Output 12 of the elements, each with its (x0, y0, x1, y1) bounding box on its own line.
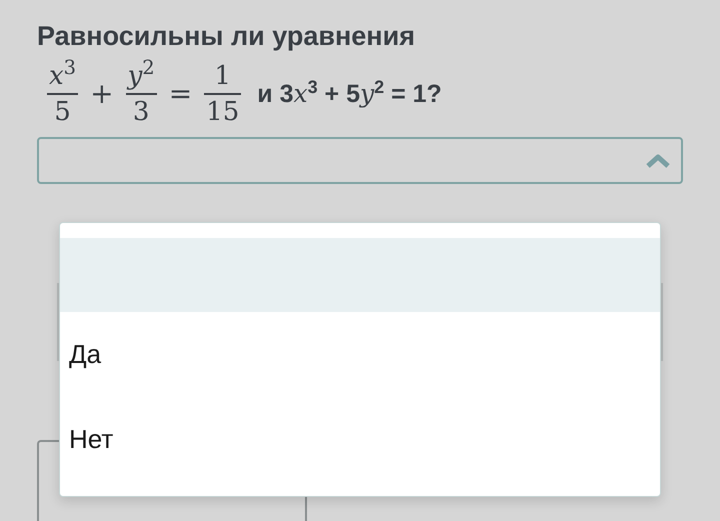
fraction: 1 15 (204, 60, 242, 129)
fraction: y$^{2}$ 3 (126, 59, 157, 129)
question-title: Равносильны ли уравнения (37, 20, 416, 53)
select-field[interactable] (37, 137, 683, 184)
dropdown-option[interactable] (60, 238, 660, 312)
fraction: x$^{3}$ 5 (47, 59, 78, 129)
math-operator: = (168, 76, 192, 112)
chevron-icon (645, 152, 671, 168)
equation-text: и 3x$^{3}$ + 5y$^{2}$ = 1? (257, 76, 442, 110)
dropdown-option[interactable]: Да (60, 312, 660, 397)
dropdown-option[interactable]: Нет (60, 397, 660, 482)
math-operator: + (90, 76, 114, 112)
